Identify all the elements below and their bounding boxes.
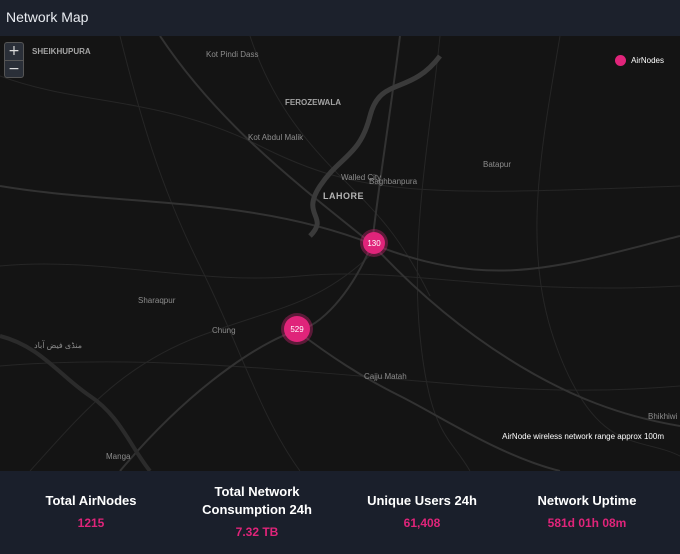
place-label-mandi-faizabad: منڈی فیض آباد	[34, 341, 83, 350]
place-label-bhikhiwind: Bhikhiwi	[648, 412, 678, 421]
place-label-kot-abdul-malik: Kot Abdul Malik	[248, 133, 304, 142]
stat-value: 1215	[77, 516, 105, 530]
place-label-sheikhupura: SHEIKHUPURA	[32, 47, 91, 56]
place-label-batapur: Batapur	[483, 160, 512, 169]
map-legend: AirNodes	[615, 55, 664, 66]
stats-bar: Total AirNodes 1215 Total Network Consum…	[0, 471, 680, 554]
range-note: AirNode wireless network range approx 10…	[502, 432, 664, 441]
stat-label: Unique Users 24h	[367, 493, 477, 508]
stat-network-uptime: Network Uptime 581d 01h 08m	[502, 492, 672, 530]
place-label-chung: Chung	[212, 326, 236, 335]
place-label-cajju-matah: Cajju Matah	[364, 372, 407, 381]
stat-label: Total AirNodes	[45, 493, 137, 508]
network-map[interactable]: + − SHEIKHUPURA Kot Pindi Dass FEROZEWAL…	[0, 36, 680, 471]
place-label-ferozewala: FEROZEWALA	[285, 98, 341, 107]
place-label-baghbanpura: Baghbanpura	[369, 177, 418, 186]
stat-total-airnodes: Total AirNodes 1215	[6, 492, 176, 530]
legend-label: AirNodes	[631, 56, 664, 65]
stat-value: 61,408	[403, 516, 441, 530]
stat-value: 581d 01h 08m	[547, 516, 627, 530]
place-label-sharaqpur: Sharaqpur	[138, 296, 176, 305]
airnode-cluster-marker[interactable]: 130	[363, 232, 385, 254]
place-label-kot-pindi-dass: Kot Pindi Dass	[206, 50, 259, 59]
place-label-manga: Manga	[106, 452, 131, 461]
app-header: Network Map	[0, 0, 680, 36]
stat-network-consumption: Total Network Consumption 24h 7.32 TB	[172, 483, 342, 539]
page-title: Network Map	[6, 9, 89, 25]
place-label-lahore: LAHORE	[323, 191, 364, 201]
airnode-cluster-marker[interactable]: 529	[284, 316, 310, 342]
stat-label: Total Network Consumption 24h	[202, 484, 312, 517]
airnode-legend-icon	[615, 55, 627, 66]
stat-value: 7.32 TB	[235, 525, 279, 539]
zoom-control: + −	[4, 42, 24, 78]
stat-label: Network Uptime	[537, 493, 637, 508]
stat-unique-users: Unique Users 24h 61,408	[337, 492, 507, 530]
zoom-in-button[interactable]: +	[5, 43, 23, 60]
zoom-out-button[interactable]: −	[5, 60, 23, 77]
